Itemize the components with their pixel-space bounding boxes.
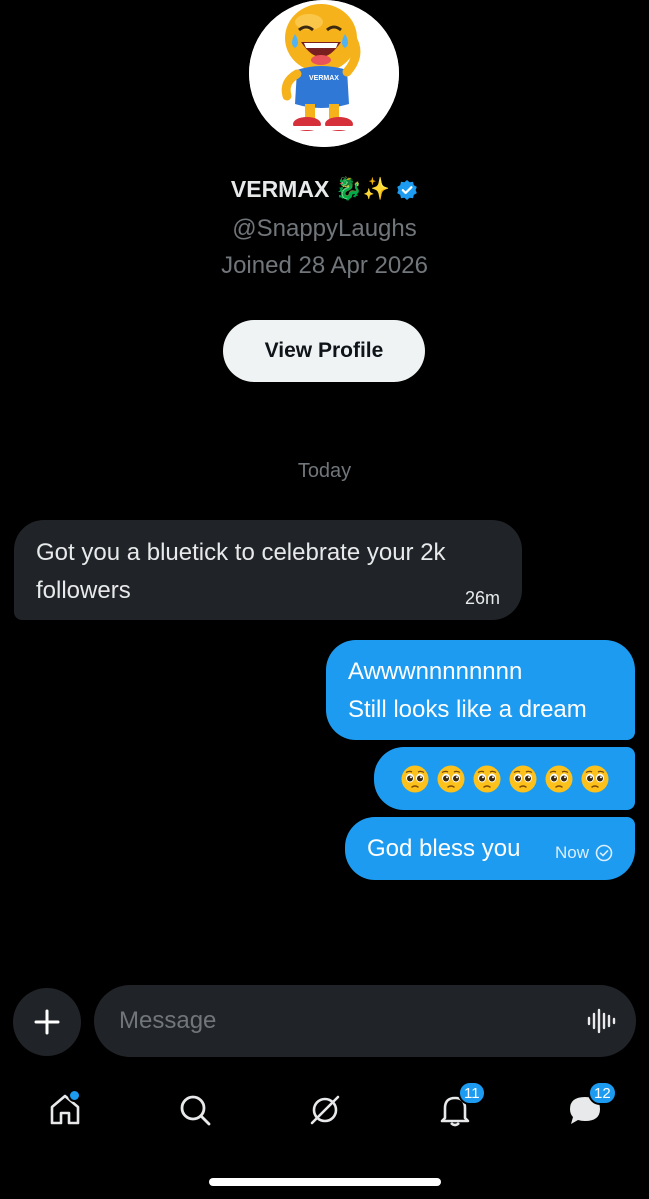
message-input[interactable] — [119, 985, 549, 1057]
message-bubble-incoming[interactable]: Got you a bluetick to celebrate your 2k … — [14, 520, 522, 620]
profile-name-emojis: 🐉✨ — [335, 177, 391, 202]
bottom-navigation: 11 12 — [0, 1075, 649, 1145]
message-composer[interactable] — [94, 985, 636, 1057]
message-bubble-outgoing[interactable]: God bless you Now — [345, 817, 635, 880]
message-text: Awwwnnnnnnnn Still looks like a dream — [348, 658, 587, 723]
voice-waveform-icon[interactable] — [586, 1007, 616, 1035]
message-time: Now — [554, 842, 589, 862]
pleading-face-icon — [509, 765, 536, 792]
search-icon — [180, 1095, 211, 1126]
message-text: Got you a bluetick to celebrate your 2k … — [36, 539, 446, 604]
pleading-face-icon — [437, 765, 464, 792]
pleading-face-icon — [473, 765, 500, 792]
date-separator: Today — [297, 460, 352, 482]
nav-notifications[interactable]: 11 — [430, 1081, 486, 1135]
profile-joined-date: Joined 28 Apr 2026 — [221, 252, 428, 279]
message-bubble-outgoing-emojis[interactable] — [374, 747, 635, 810]
plus-icon — [34, 1009, 60, 1035]
pleading-face-icon — [401, 765, 428, 792]
verified-badge-icon — [397, 179, 417, 200]
profile-avatar[interactable]: VERMAX — [249, 0, 399, 147]
nav-search[interactable] — [170, 1085, 220, 1135]
message-bubble-outgoing[interactable]: Awwwnnnnnnnn Still looks like a dream — [326, 640, 635, 740]
nav-home[interactable] — [40, 1085, 90, 1135]
home-indicator — [209, 1178, 441, 1186]
message-time: 26m — [464, 588, 500, 608]
notifications-badge: 11 — [458, 1081, 486, 1105]
home-notification-dot — [68, 1089, 81, 1102]
grok-icon — [310, 1095, 340, 1125]
emoji-row — [400, 764, 610, 794]
profile-display-name: VERMAX — [230, 176, 330, 202]
view-profile-button[interactable]: View Profile — [223, 320, 425, 382]
nav-messages[interactable]: 12 — [560, 1081, 617, 1135]
message-text: God bless you — [367, 834, 521, 862]
messages-badge: 12 — [588, 1081, 617, 1105]
sent-check-icon — [595, 844, 613, 861]
avatar-shirt-text: VERMAX — [309, 75, 339, 82]
message-meta: Now — [555, 826, 613, 872]
pleading-face-icon — [581, 765, 608, 792]
nav-grok[interactable] — [300, 1085, 350, 1135]
profile-handle: @SnappyLaughs — [232, 215, 417, 242]
add-attachment-button[interactable] — [13, 988, 81, 1056]
pleading-face-icon — [545, 765, 572, 792]
profile-name-row: VERMAX 🐉✨ — [0, 176, 649, 203]
